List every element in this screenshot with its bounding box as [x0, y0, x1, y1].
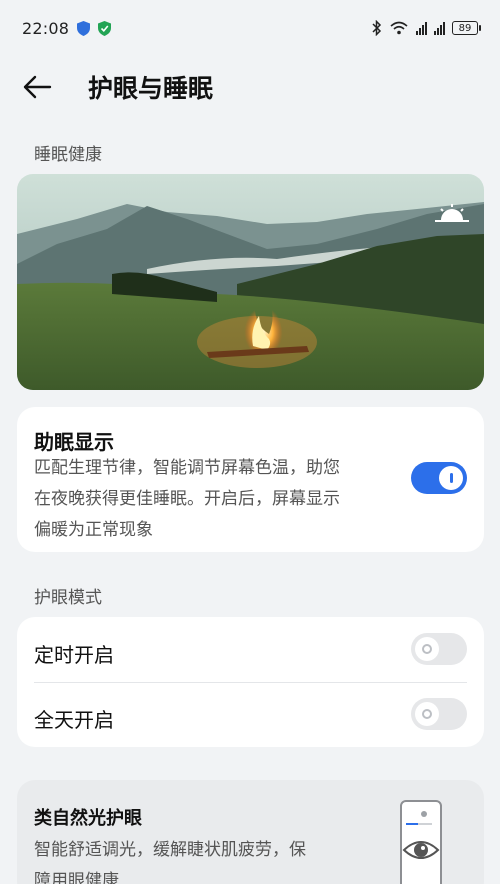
- toggle-knob: [415, 637, 439, 661]
- status-time: 22:08: [22, 18, 70, 38]
- natural-light-title: 类自然光护眼: [34, 808, 142, 829]
- status-bar: 22:08 89: [0, 0, 500, 56]
- description-line: 匹配生理节律，智能调节屏幕色温，助您: [34, 458, 340, 478]
- signal-1-icon: [416, 21, 427, 35]
- section-label-sleep: 睡眠健康: [34, 145, 102, 165]
- natural-light-description: 智能舒适调光，缓解睫状肌疲劳，保 障用眼健康: [34, 835, 354, 884]
- eye-mode-card: 定时开启 全天开启: [17, 617, 484, 747]
- toggle-knob: [439, 466, 463, 490]
- phone-eye-illustration-icon: [400, 800, 442, 884]
- description-line: 在夜晚获得更佳睡眠。开启后，屏幕显示: [34, 489, 340, 509]
- description-line: 智能舒适调光，缓解睫状肌疲劳，保: [34, 840, 306, 860]
- back-button[interactable]: [22, 62, 82, 112]
- shield-blue-icon: [77, 20, 91, 36]
- toggle-knob: [415, 702, 439, 726]
- section-label-eye-mode: 护眼模式: [34, 588, 102, 608]
- description-line: 障用眼健康: [34, 871, 119, 884]
- arrow-left-icon: [23, 75, 52, 99]
- sleep-display-description: 匹配生理节律，智能调节屏幕色温，助您 在夜晚获得更佳睡眠。开启后，屏幕显示 偏暖…: [34, 453, 404, 546]
- sleep-banner-image: [17, 174, 484, 390]
- shield-check-icon: [98, 20, 112, 36]
- sleep-display-title: 助眠显示: [34, 430, 114, 454]
- header: 护眼与睡眠: [0, 62, 500, 112]
- divider: [34, 682, 467, 683]
- status-right: 89: [372, 20, 481, 36]
- status-left: 22:08: [22, 18, 112, 38]
- scheduled-on-label: 定时开启: [34, 643, 114, 667]
- wifi-icon: [390, 21, 408, 35]
- scheduled-on-toggle[interactable]: [411, 633, 467, 665]
- battery-icon: 89: [452, 21, 481, 35]
- all-day-on-label: 全天开启: [34, 708, 114, 732]
- page-title: 护眼与睡眠: [88, 74, 214, 103]
- signal-2-icon: [434, 21, 445, 35]
- sleep-display-toggle[interactable]: [411, 462, 467, 494]
- all-day-on-toggle[interactable]: [411, 698, 467, 730]
- description-line: 偏暖为正常现象: [34, 520, 153, 540]
- bluetooth-icon: [372, 20, 382, 36]
- sleep-display-card: 助眠显示 匹配生理节律，智能调节屏幕色温，助您 在夜晚获得更佳睡眠。开启后，屏幕…: [17, 407, 484, 552]
- natural-light-card[interactable]: 类自然光护眼 智能舒适调光，缓解睫状肌疲劳，保 障用眼健康: [17, 780, 484, 884]
